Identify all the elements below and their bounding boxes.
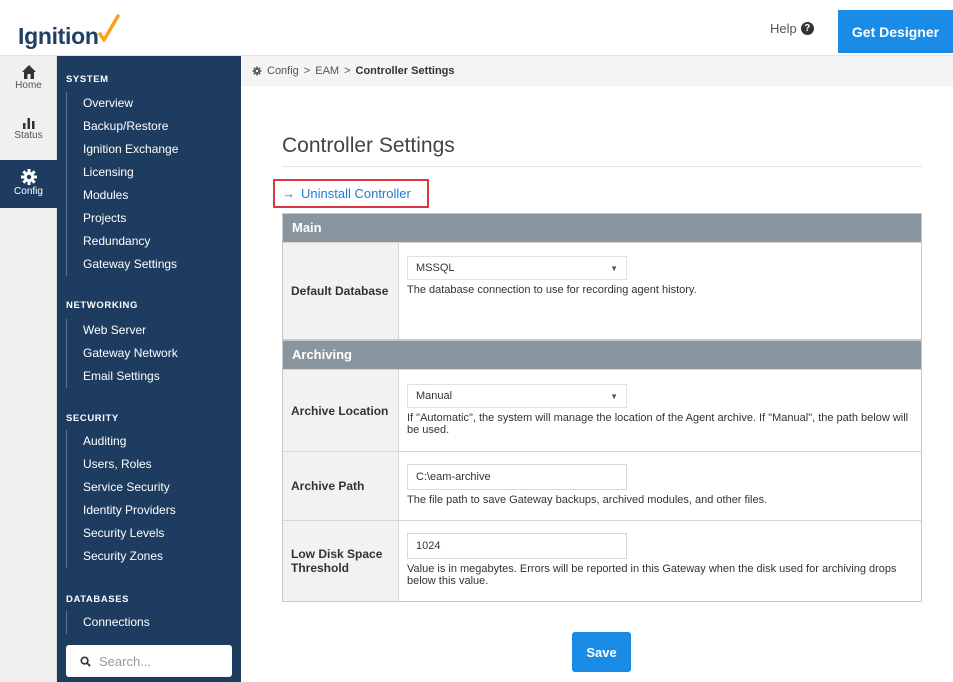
default-database-select[interactable]: MSSQL ▼ <box>407 256 627 280</box>
rail-item-config[interactable]: Config <box>0 160 57 208</box>
arrow-right-icon: → <box>282 186 295 201</box>
archive-location-label: Archive Location <box>283 370 399 451</box>
sidebar-group-security: Auditing Users, Roles Service Security I… <box>66 430 176 568</box>
sidebar-item-security-zones[interactable]: Security Zones <box>67 545 176 568</box>
archive-location-row: Archive Location Manual ▼ If "Automatic"… <box>283 369 921 451</box>
low-disk-label: Low Disk Space Threshold <box>283 521 399 601</box>
top-bar: Ignition Help ? Get Designer <box>0 0 953 56</box>
default-database-desc: The database connection to use for recor… <box>407 284 697 296</box>
question-icon: ? <box>800 22 814 35</box>
default-database-row: Default Database MSSQL ▼ The database co… <box>283 242 921 339</box>
sidebar-item-gateway-settings[interactable]: Gateway Settings <box>67 253 178 276</box>
sidebar-item-service-security[interactable]: Service Security <box>67 476 176 499</box>
gear-icon <box>20 169 37 185</box>
ignition-logo[interactable]: Ignition <box>18 10 121 50</box>
sidebar-item-redundancy[interactable]: Redundancy <box>67 230 178 253</box>
sidebar-item-projects[interactable]: Projects <box>67 207 178 230</box>
sidebar: SYSTEM Overview Backup/Restore Ignition … <box>57 56 241 682</box>
search-input[interactable] <box>99 653 219 669</box>
rail-item-status[interactable]: Status <box>0 114 57 154</box>
title-divider <box>282 166 922 167</box>
rail-label-status: Status <box>14 130 43 141</box>
sidebar-item-backup-restore[interactable]: Backup/Restore <box>67 115 178 138</box>
sidebar-search <box>66 645 232 677</box>
sidebar-section-security: SECURITY <box>66 413 119 424</box>
chevron-down-icon: ▼ <box>610 263 618 273</box>
sidebar-item-modules[interactable]: Modules <box>67 184 178 207</box>
sidebar-item-email-settings[interactable]: Email Settings <box>67 365 178 388</box>
sidebar-item-overview[interactable]: Overview <box>67 92 178 115</box>
breadcrumb-separator: > <box>344 65 351 77</box>
sidebar-item-ignition-exchange[interactable]: Ignition Exchange <box>67 138 178 161</box>
default-database-label: Default Database <box>283 243 399 339</box>
archive-location-desc: If "Automatic", the system will manage t… <box>407 412 909 436</box>
sidebar-item-identity-providers[interactable]: Identity Providers <box>67 499 176 522</box>
low-disk-desc: Value is in megabytes. Errors will be re… <box>407 563 897 587</box>
sidebar-item-connections[interactable]: Connections <box>67 611 150 634</box>
rail-label-home: Home <box>15 80 42 91</box>
icon-rail: Home Status Config <box>0 56 57 682</box>
uninstall-controller-link[interactable]: → Uninstall Controller <box>273 179 429 208</box>
status-icon <box>22 118 34 129</box>
sidebar-group-databases: Connections <box>66 611 150 634</box>
main-panel: Main Default Database MSSQL ▼ The databa… <box>282 213 922 340</box>
default-database-value: MSSQL <box>416 262 455 274</box>
sidebar-group-networking: Web Server Gateway Network Email Setting… <box>66 319 178 388</box>
sidebar-item-users-roles[interactable]: Users, Roles <box>67 453 176 476</box>
sidebar-item-gateway-network[interactable]: Gateway Network <box>67 342 178 365</box>
archive-path-input[interactable] <box>407 464 627 490</box>
sidebar-group-system: Overview Backup/Restore Ignition Exchang… <box>66 92 178 276</box>
sidebar-item-auditing[interactable]: Auditing <box>67 430 176 453</box>
save-button[interactable]: Save <box>572 632 631 672</box>
low-disk-body: Value is in megabytes. Errors will be re… <box>399 521 921 601</box>
page-title: Controller Settings <box>282 134 455 157</box>
home-icon <box>21 65 36 79</box>
breadcrumb: Config > EAM > Controller Settings <box>241 56 953 86</box>
archiving-panel: Archiving Archive Location Manual ▼ If "… <box>282 340 922 602</box>
archive-path-body: The file path to save Gateway backups, a… <box>399 452 921 520</box>
breadcrumb-eam[interactable]: EAM <box>315 65 339 77</box>
default-database-body: MSSQL ▼ The database connection to use f… <box>399 243 921 339</box>
archive-location-body: Manual ▼ If "Automatic", the system will… <box>399 370 921 451</box>
rail-item-home[interactable]: Home <box>0 64 57 104</box>
breadcrumb-separator: > <box>303 65 311 77</box>
sidebar-item-security-levels[interactable]: Security Levels <box>67 522 176 545</box>
archive-path-label: Archive Path <box>283 452 399 520</box>
gear-icon <box>252 66 262 76</box>
uninstall-label: Uninstall Controller <box>301 186 411 201</box>
search-icon <box>80 655 91 667</box>
sidebar-section-networking: NETWORKING <box>66 300 138 311</box>
help-link[interactable]: Help ? <box>770 21 814 36</box>
sidebar-item-licensing[interactable]: Licensing <box>67 161 178 184</box>
low-disk-input[interactable] <box>407 533 627 559</box>
sidebar-section-system: SYSTEM <box>66 74 109 85</box>
archive-path-desc: The file path to save Gateway backups, a… <box>407 494 768 506</box>
breadcrumb-config[interactable]: Config <box>267 65 299 77</box>
archive-location-select[interactable]: Manual ▼ <box>407 384 627 408</box>
archive-location-value: Manual <box>416 390 453 402</box>
archiving-panel-title: Archiving <box>283 341 921 369</box>
low-disk-row: Low Disk Space Threshold Value is in meg… <box>283 520 921 601</box>
logo-text: Ignition <box>18 23 99 49</box>
breadcrumb-current: Controller Settings <box>355 65 455 77</box>
get-designer-button[interactable]: Get Designer <box>838 10 953 53</box>
logo-slash-icon <box>97 14 120 42</box>
chevron-down-icon: ▼ <box>610 391 618 401</box>
sidebar-section-databases: DATABASES <box>66 594 130 605</box>
main-panel-title: Main <box>283 214 921 242</box>
archive-path-row: Archive Path The file path to save Gatew… <box>283 451 921 520</box>
sidebar-item-web-server[interactable]: Web Server <box>67 319 178 342</box>
help-label: Help <box>770 21 797 36</box>
rail-label-config: Config <box>14 186 43 197</box>
